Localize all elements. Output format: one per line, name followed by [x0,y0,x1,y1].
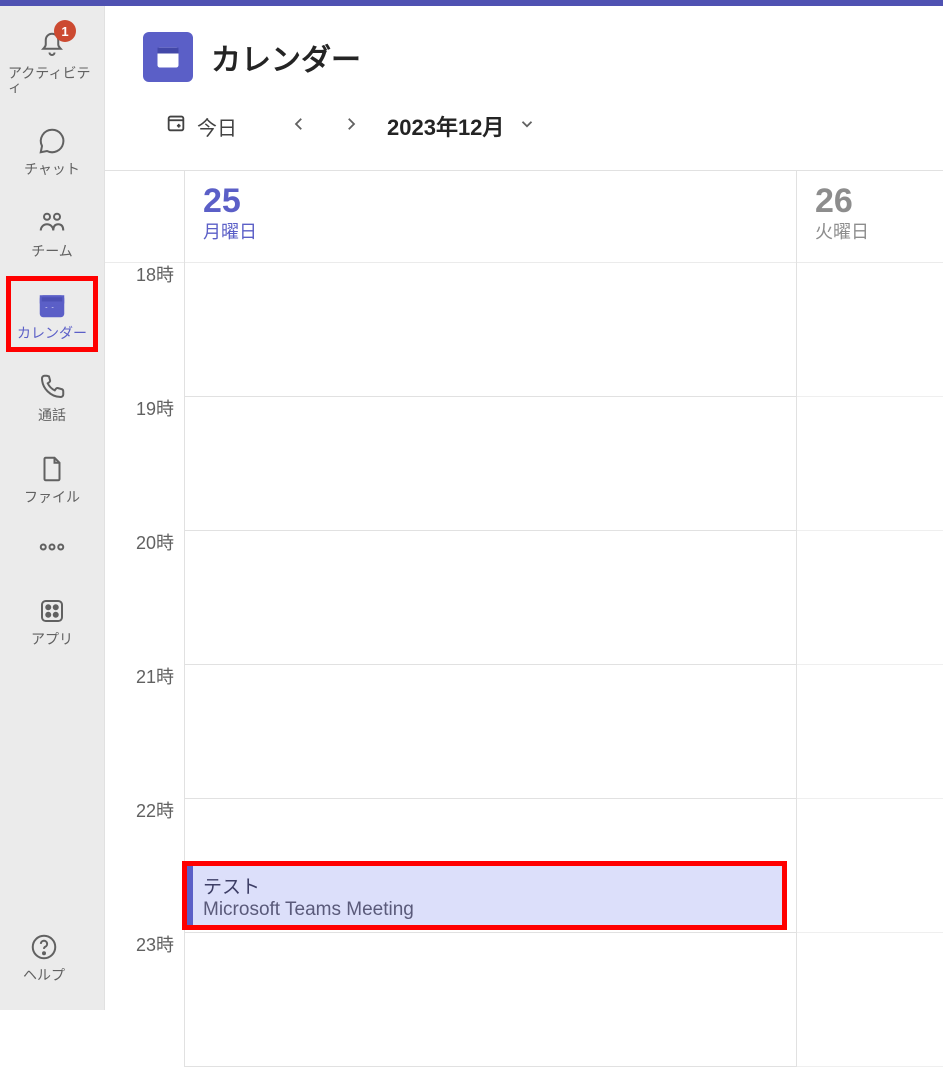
rail-item-help[interactable]: ヘルプ [0,920,88,992]
phone-icon [35,370,69,404]
next-button[interactable] [337,112,365,140]
hour-label: 22時 [105,797,184,931]
time-gutter: 18時 19時 20時 21時 22時 23時 [105,171,185,1067]
time-slot[interactable] [797,263,943,397]
time-slot[interactable] [797,531,943,665]
today-label: 今日 [197,112,237,141]
time-slot[interactable] [185,933,796,1067]
calendar-event[interactable]: テスト Microsoft Teams Meeting [187,866,782,925]
rail-item-files[interactable]: ファイル [8,442,96,514]
chevron-down-icon [518,113,536,139]
apps-icon [35,594,69,628]
main-area: カレンダー 今日 2023年12月 18時 19時 20時 21 [105,6,943,1010]
day-columns: 25 月曜日 テスト Microsoft Teams Meeting 26 火曜… [185,171,943,1067]
rail-item-apps[interactable]: アプリ [8,584,96,656]
rail-item-activity[interactable]: 1 アクティビティ [8,18,96,104]
time-slot[interactable] [797,799,943,933]
day-number: 25 [203,183,796,220]
time-slot[interactable] [797,933,943,1067]
today-button[interactable]: 今日 [159,108,243,144]
app-rail: 1 アクティビティ チャット チーム カレンダー 通話 ファイル [0,6,105,1010]
activity-badge: 1 [54,20,76,42]
rail-item-teams[interactable]: チーム [8,196,96,268]
calendar-today-icon [165,112,187,140]
rail-label: アクティビティ [8,66,96,94]
page-title: カレンダー [211,35,361,79]
time-slot[interactable] [185,263,796,397]
time-slot[interactable] [185,665,796,799]
rail-label: チーム [31,244,73,258]
calendar-icon [35,288,69,322]
chevron-left-icon [290,115,308,138]
day-name: 火曜日 [815,222,943,244]
rail-item-more[interactable] [8,520,96,574]
rail-label: チャット [24,162,80,176]
day-name: 月曜日 [203,222,796,244]
page-header: カレンダー [105,6,943,108]
rail-item-calendar[interactable]: カレンダー [8,278,96,350]
rail-label: ファイル [24,490,80,504]
teams-icon [35,206,69,240]
hour-label: 18時 [105,261,184,395]
event-title: テスト [203,872,772,899]
hour-label: 21時 [105,663,184,797]
rail-item-calls[interactable]: 通話 [8,360,96,432]
event-subtitle: Microsoft Teams Meeting [203,899,772,921]
help-icon [27,930,61,964]
rail-label: カレンダー [17,326,87,340]
day-number: 26 [815,183,943,220]
file-icon [35,452,69,486]
rail-label: アプリ [31,632,73,646]
date-range-picker[interactable]: 2023年12月 [387,110,536,142]
hour-label: 19時 [105,395,184,529]
time-slot[interactable] [797,397,943,531]
hour-label: 23時 [105,931,184,1065]
rail-item-chat[interactable]: チャット [8,114,96,186]
ellipsis-icon [35,530,69,564]
rail-label: 通話 [38,408,66,422]
calendar-toolbar: 今日 2023年12月 [105,108,943,170]
current-range-label: 2023年12月 [387,110,504,142]
day-column[interactable]: 25 月曜日 テスト Microsoft Teams Meeting [185,171,797,1067]
day-column[interactable]: 26 火曜日 [797,171,943,1067]
time-slot[interactable] [185,397,796,531]
hour-label: 20時 [105,529,184,663]
day-header: 25 月曜日 [185,171,796,263]
calendar-grid: 18時 19時 20時 21時 22時 23時 25 月曜日 テスト [105,170,943,1067]
time-slot[interactable] [797,665,943,799]
time-slot[interactable] [185,531,796,665]
chat-icon [35,124,69,158]
chevron-right-icon [342,115,360,138]
prev-button[interactable] [285,112,313,140]
calendar-app-icon [143,32,193,82]
rail-label: ヘルプ [23,968,65,982]
day-header: 26 火曜日 [797,171,943,263]
